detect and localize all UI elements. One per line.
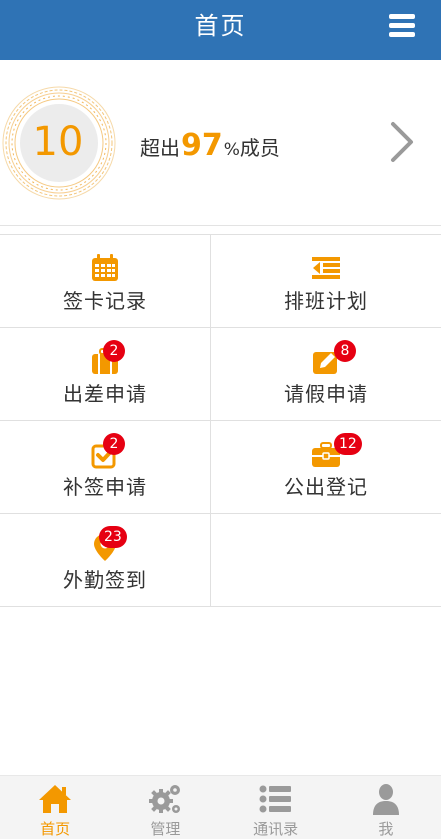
schedule-list-icon — [312, 257, 340, 279]
score-percent: 97 — [181, 128, 223, 163]
notification-badge: 12 — [334, 433, 362, 455]
page-title: 首页 — [194, 12, 247, 40]
nav-item-home[interactable]: 首页 — [0, 776, 110, 839]
grid-item-business-trip[interactable]: 2 出差申请 — [0, 328, 210, 420]
grid-item-sign-record[interactable]: 签卡记录 — [0, 235, 210, 327]
nav-label: 我 — [378, 820, 394, 838]
nav-item-contacts[interactable]: 通讯录 — [221, 776, 331, 839]
home-icon — [39, 785, 72, 813]
score-summary: 超出 97 % 成员 — [140, 128, 280, 168]
notification-badge: 2 — [103, 340, 125, 362]
grid-row: 2 出差申请 8 请假申请 — [0, 328, 441, 421]
calendar-icon — [92, 254, 118, 281]
grid-item-leave-request[interactable]: 8 请假申请 — [210, 328, 441, 420]
grid-row: 23 外勤签到 — [0, 514, 441, 607]
score-panel[interactable]: 10 超出 97 % 成员 — [0, 60, 441, 226]
nav-item-manage[interactable]: 管理 — [110, 776, 220, 839]
chevron-right-icon[interactable] — [387, 120, 417, 164]
feature-grid: 签卡记录 排班计划 2 出差申请 8 请假申请 2 补签申请 12 公出登记 2… — [0, 234, 441, 607]
grid-item-label: 请假申请 — [284, 382, 368, 406]
bottom-nav: 首页 管理 通讯录 我 — [0, 775, 441, 839]
score-prefix: 超出 — [140, 136, 180, 160]
grid-item-label: 补签申请 — [63, 475, 147, 499]
gears-icon — [149, 785, 181, 813]
grid-item-label: 外勤签到 — [63, 568, 147, 592]
nav-item-me[interactable]: 我 — [331, 776, 441, 839]
nav-label: 通讯录 — [253, 820, 299, 838]
contacts-list-icon — [259, 785, 291, 813]
grid-item-official-outing[interactable]: 12 公出登记 — [210, 421, 441, 513]
grid-empty-cell — [210, 514, 441, 606]
notification-badge: 8 — [334, 340, 356, 362]
app-screen: 首页 10 超出 97 % 成员 签卡记录 排班计划 2 出差申请 8 请假申请… — [0, 0, 441, 839]
grid-item-label: 排班计划 — [284, 289, 368, 313]
header-bar: 首页 — [0, 0, 441, 60]
user-icon — [372, 784, 399, 815]
hamburger-menu-icon[interactable] — [389, 14, 415, 38]
nav-label: 管理 — [150, 820, 181, 838]
score-unit: % — [223, 140, 240, 160]
grid-item-label: 出差申请 — [63, 382, 147, 406]
notification-badge: 2 — [103, 433, 125, 455]
grid-item-schedule-plan[interactable]: 排班计划 — [210, 235, 441, 327]
grid-item-field-checkin[interactable]: 23 外勤签到 — [0, 514, 210, 606]
grid-item-label: 签卡记录 — [63, 289, 147, 313]
grid-item-label: 公出登记 — [284, 475, 368, 499]
grid-row: 签卡记录 排班计划 — [0, 235, 441, 328]
grid-row: 2 补签申请 12 公出登记 — [0, 421, 441, 514]
notification-badge: 23 — [99, 526, 127, 548]
score-value: 10 — [32, 119, 84, 165]
nav-label: 首页 — [40, 820, 71, 838]
score-suffix: 成员 — [239, 136, 280, 160]
grid-item-resign-request[interactable]: 2 补签申请 — [0, 421, 210, 513]
